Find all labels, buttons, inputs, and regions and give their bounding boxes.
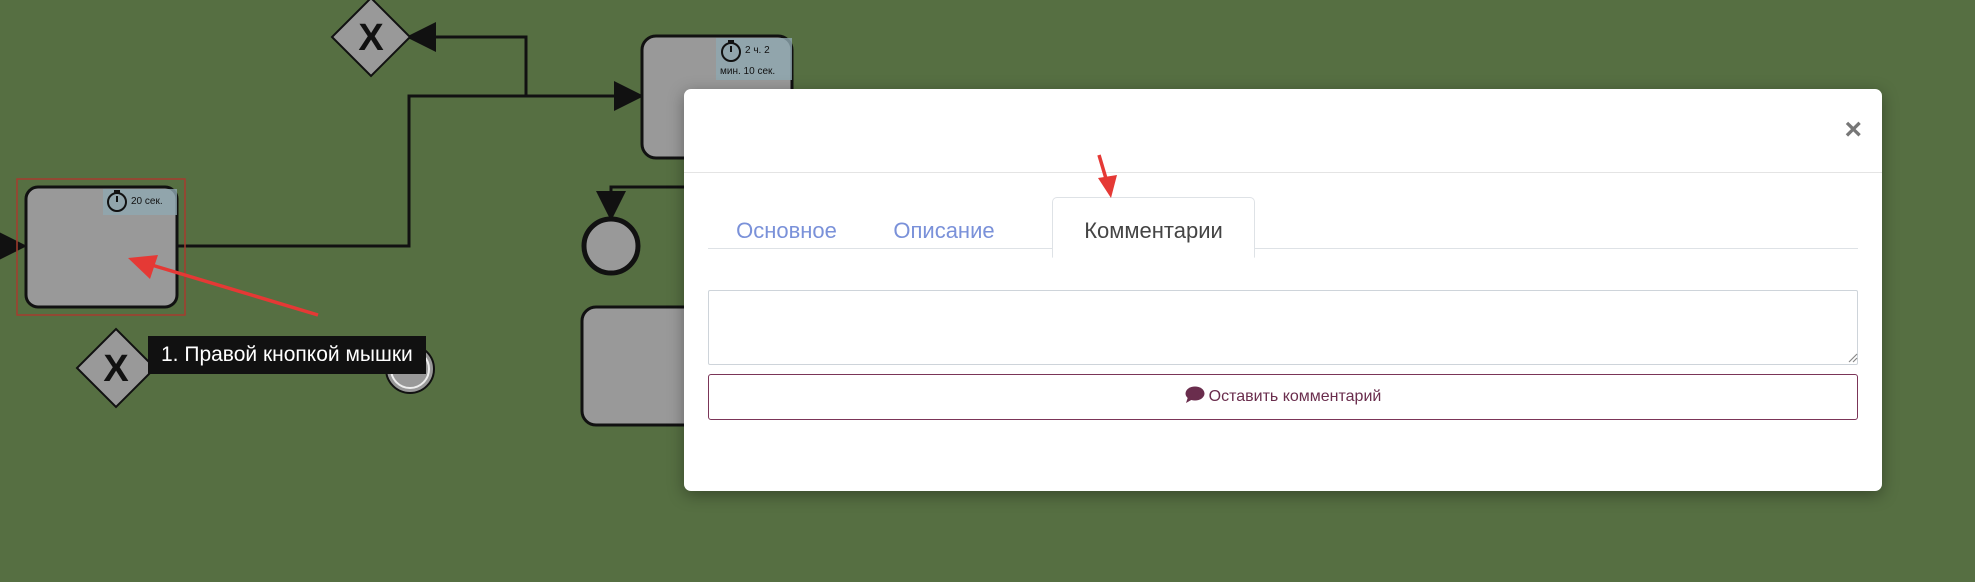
task-properties-modal: × Основное Описание Комментарии Оставить… <box>684 89 1882 491</box>
leave-comment-label: Оставить комментарий <box>1208 388 1382 405</box>
close-icon[interactable]: × <box>1844 115 1862 145</box>
tab-basic[interactable]: Основное <box>708 198 865 258</box>
task-upper-timer-line2: мин. 10 сек. <box>720 66 775 77</box>
comment-icon <box>1185 386 1205 403</box>
gateway-lower[interactable]: X <box>75 327 157 409</box>
gateway-upper[interactable]: X <box>330 0 412 78</box>
svg-text:X: X <box>103 348 129 390</box>
comment-textarea[interactable] <box>708 290 1858 365</box>
task-left-timer: 20 сек. <box>131 196 163 207</box>
instruction-callout: 1. Правой кнопкой мышки <box>148 336 426 374</box>
leave-comment-button[interactable]: Оставить комментарий <box>708 374 1858 420</box>
task-upper-timer-line1: 2 ч. 2 <box>745 45 770 56</box>
svg-text:X: X <box>358 17 384 59</box>
tab-comments[interactable]: Комментарии <box>1052 197 1255 258</box>
end-event-right[interactable] <box>581 216 641 276</box>
modal-header: × <box>684 89 1882 173</box>
modal-tabs: Основное Описание Комментарии <box>708 197 1858 258</box>
tab-description[interactable]: Описание <box>865 198 1023 258</box>
resize-grip-icon[interactable] <box>1846 351 1858 363</box>
